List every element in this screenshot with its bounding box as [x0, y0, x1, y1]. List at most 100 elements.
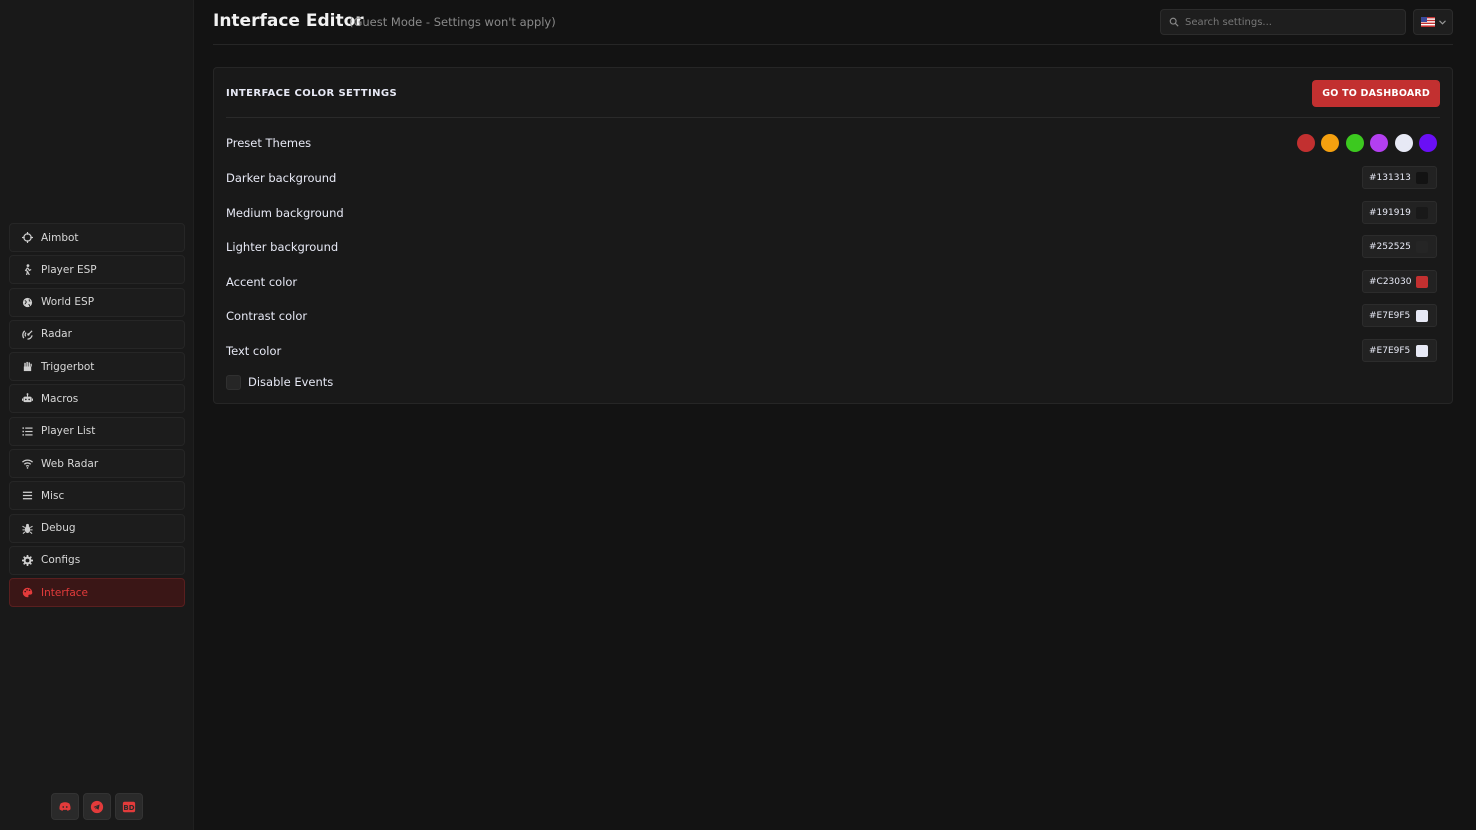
sidebar-item-label: Triggerbot: [41, 360, 95, 373]
go-to-dashboard-button[interactable]: GO TO DASHBOARD: [1312, 80, 1440, 107]
contrast-color-picker[interactable]: #E7E9F5: [1362, 304, 1437, 327]
gear-icon: [21, 554, 33, 566]
sidebar-item-configs[interactable]: Configs: [9, 545, 185, 575]
sidebar-item-world-esp[interactable]: World ESP: [9, 287, 185, 317]
sidebar-item-interface[interactable]: Interface: [9, 578, 185, 608]
text-color-row: Text color #E7E9F5: [226, 339, 1437, 363]
search-box: [1160, 9, 1406, 35]
darker-background-hex: #131313: [1369, 172, 1411, 183]
sidebar-item-web-radar[interactable]: Web Radar: [9, 449, 185, 479]
telegram-button[interactable]: [83, 793, 111, 820]
contrast-color-row: Contrast color #E7E9F5: [226, 304, 1437, 328]
palette-icon: [21, 587, 33, 599]
globe-icon: [21, 296, 33, 308]
accent-color-hex: #C23030: [1369, 276, 1412, 287]
sidebar: Aimbot Player ESP World ESP Radar Triggerbot…: [0, 0, 194, 830]
lighter-background-hex: #252525: [1369, 241, 1411, 252]
contrast-color-hex: #E7E9F5: [1369, 310, 1411, 321]
accent-color-row: Accent color #C23030: [226, 270, 1437, 294]
medium-background-label: Medium background: [226, 206, 344, 220]
sidebar-item-misc[interactable]: Misc: [9, 481, 185, 511]
us-flag-icon: [1420, 17, 1435, 27]
sidebar-item-macros[interactable]: Macros: [9, 384, 185, 414]
language-selector[interactable]: [1413, 9, 1453, 35]
search-icon: [1169, 17, 1179, 27]
crosshair-icon: [21, 232, 33, 244]
lighter-background-label: Lighter background: [226, 240, 339, 254]
darker-background-picker[interactable]: #131313: [1362, 166, 1437, 189]
header: Interface Editor (Guest Mode - Settings …: [213, 0, 1453, 45]
sidebar-item-radar[interactable]: Radar: [9, 319, 185, 349]
discord-button[interactable]: [51, 793, 79, 820]
panel-header: INTERFACE COLOR SETTINGS GO TO DASHBOARD: [226, 68, 1440, 118]
social-links: BD: [51, 793, 143, 820]
medium-background-picker[interactable]: #191919: [1362, 201, 1437, 224]
bug-icon: [21, 522, 33, 534]
accent-color-label: Accent color: [226, 275, 298, 289]
list-icon: [21, 425, 33, 437]
lighter-background-row: Lighter background #252525: [226, 235, 1437, 259]
telegram-icon: [90, 800, 104, 813]
hand-icon: [21, 361, 33, 373]
sidebar-item-label: Player ESP: [41, 263, 97, 276]
text-color-label: Text color: [226, 344, 282, 358]
color-settings-panel: INTERFACE COLOR SETTINGS GO TO DASHBOARD…: [213, 67, 1453, 404]
sidebar-item-debug[interactable]: Debug: [9, 513, 185, 543]
preset-swatch-1[interactable]: [1296, 134, 1315, 152]
bd-logo-icon: BD: [122, 801, 136, 812]
sidebar-item-label: Radar: [41, 328, 72, 341]
sidebar-item-label: Debug: [41, 522, 76, 535]
page-title: Interface Editor: [213, 11, 364, 31]
text-color-hex: #E7E9F5: [1369, 345, 1411, 356]
menu-icon: [21, 490, 33, 502]
lighter-background-preview: [1416, 240, 1428, 253]
medium-background-hex: #191919: [1369, 207, 1411, 218]
preset-swatch-3[interactable]: [1345, 134, 1364, 152]
sidebar-item-aimbot[interactable]: Aimbot: [9, 223, 185, 252]
contrast-color-preview: [1416, 309, 1428, 322]
panel-title: INTERFACE COLOR SETTINGS: [226, 88, 398, 99]
robot-icon: [21, 393, 33, 405]
wifi-icon: [21, 458, 33, 470]
chevron-down-icon: [1438, 19, 1446, 25]
text-color-preview: [1416, 344, 1428, 357]
preset-swatch-6[interactable]: [1419, 134, 1437, 152]
text-color-picker[interactable]: #E7E9F5: [1362, 339, 1437, 362]
darker-background-row: Darker background #131313: [226, 166, 1437, 190]
darker-background-label: Darker background: [226, 171, 337, 185]
disable-events-checkbox[interactable]: [226, 374, 241, 390]
sidebar-item-player-esp[interactable]: Player ESP: [9, 255, 185, 285]
medium-background-row: Medium background #191919: [226, 201, 1437, 225]
medium-background-preview: [1416, 206, 1428, 219]
person-icon: [21, 264, 33, 276]
sidebar-item-label: Interface: [41, 586, 89, 599]
sidebar-item-label: Misc: [41, 489, 65, 502]
bd-button[interactable]: BD: [115, 793, 143, 820]
accent-color-picker[interactable]: #C23030: [1362, 270, 1437, 293]
sidebar-item-label: Player List: [41, 425, 96, 438]
discord-icon: [59, 801, 71, 811]
sidebar-item-player-list[interactable]: Player List: [9, 416, 185, 446]
lighter-background-picker[interactable]: #252525: [1362, 235, 1437, 258]
sidebar-item-label: Aimbot: [41, 231, 79, 244]
preset-swatches: [1296, 134, 1437, 152]
preset-themes-row: Preset Themes: [226, 131, 1437, 155]
disable-events-label: Disable Events: [248, 375, 334, 389]
sidebar-item-label: Macros: [41, 392, 79, 405]
contrast-color-label: Contrast color: [226, 309, 308, 323]
preset-swatch-4[interactable]: [1370, 134, 1388, 152]
accent-color-preview: [1416, 275, 1428, 288]
sidebar-item-triggerbot[interactable]: Triggerbot: [9, 352, 185, 382]
sidebar-item-label: World ESP: [41, 296, 95, 309]
preset-swatch-5[interactable]: [1394, 134, 1413, 152]
disable-events-row: Disable Events: [226, 370, 1437, 394]
sidebar-item-label: Web Radar: [41, 457, 99, 470]
sidebar-item-label: Configs: [41, 554, 81, 567]
radar-icon: [21, 328, 33, 340]
sidebar-nav: Aimbot Player ESP World ESP Radar Triggerbot…: [9, 223, 185, 611]
search-input[interactable]: [1185, 16, 1395, 28]
preset-swatch-2[interactable]: [1321, 134, 1339, 152]
svg-text:BD: BD: [123, 804, 134, 812]
darker-background-preview: [1416, 171, 1428, 184]
preset-themes-label: Preset Themes: [226, 136, 312, 150]
